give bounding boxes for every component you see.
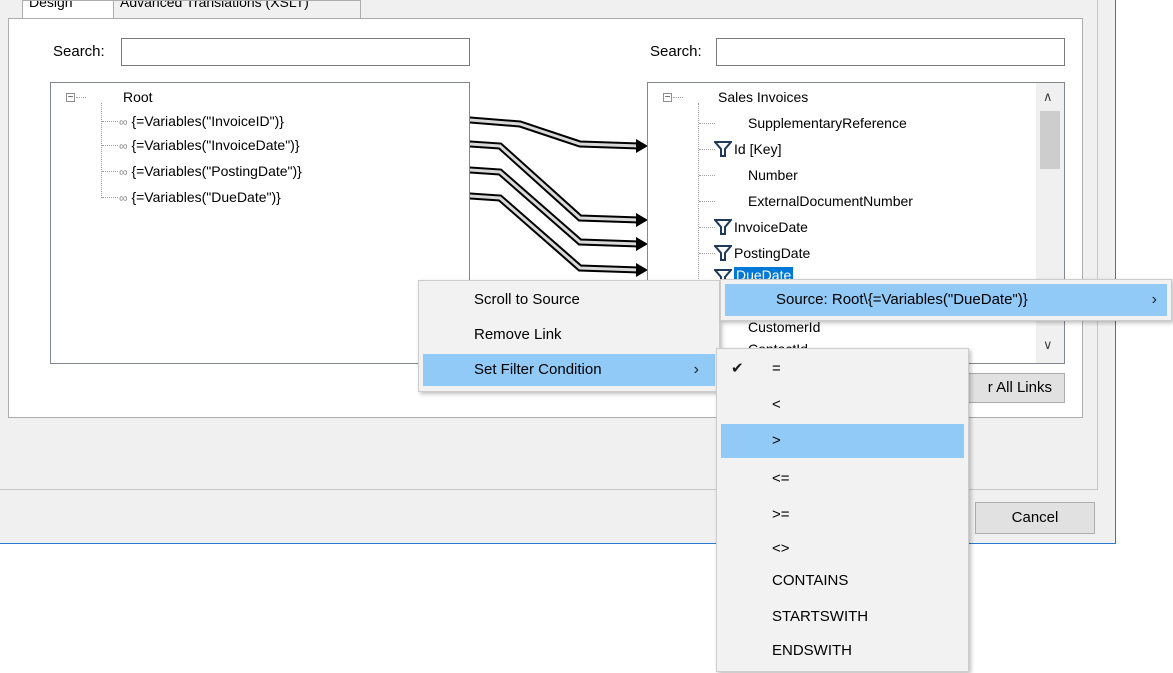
left-search-input[interactable] (121, 38, 470, 66)
link-icon: ∞ (119, 139, 128, 153)
tree-item[interactable]: Number (748, 167, 798, 183)
tree-item[interactable]: InvoiceDate (734, 219, 808, 235)
filter-icon (714, 245, 732, 261)
target-root-node[interactable]: Sales Invoices (718, 89, 808, 105)
chevron-right-icon: › (693, 361, 699, 378)
filter-option-not-equal[interactable]: <> (717, 533, 968, 565)
tree-item[interactable]: ∞ {=Variables("InvoiceID")} (119, 113, 284, 129)
cancel-button[interactable]: Cancel (975, 502, 1095, 534)
tree-item[interactable]: ∞ {=Variables("InvoiceDate")} (119, 137, 300, 153)
tree-item[interactable]: PostingDate (734, 245, 810, 261)
tree-item-label: {=Variables("InvoiceID")} (131, 113, 284, 129)
filter-condition-submenu: ✔ = < > <= >= <> CONTAINS STARTSWITH END… (716, 348, 969, 672)
right-search-label: Search: (650, 43, 702, 60)
mapping-links (470, 116, 648, 277)
link-icon: ∞ (119, 191, 128, 205)
source-tree[interactable]: − Root ∞ {=Variables("InvoiceID")} ∞ {=V… (50, 82, 470, 364)
context-menu: Scroll to Source Remove Link Set Filter … (418, 280, 720, 392)
scroll-down-icon[interactable]: ∨ (1043, 337, 1053, 353)
menu-item-source-path[interactable]: Source: Root\{=Variables("DueDate")} › (725, 284, 1167, 316)
tree-item-label: {=Variables("PostingDate")} (131, 163, 302, 179)
menu-item-set-filter-condition[interactable]: Set Filter Condition › (423, 354, 715, 386)
chevron-right-icon: › (1151, 291, 1157, 308)
tab-design[interactable]: Design (22, 0, 114, 18)
tree-item[interactable]: ∞ {=Variables("DueDate")} (119, 189, 281, 205)
tree-item[interactable]: ExternalDocumentNumber (748, 193, 913, 209)
tree-item[interactable]: SupplementaryReference (748, 115, 907, 131)
left-search-label: Search: (53, 43, 105, 60)
filter-option-startswith[interactable]: STARTSWITH (717, 601, 968, 633)
filter-option-contains[interactable]: CONTAINS (717, 565, 968, 597)
scrollbar-thumb[interactable] (1040, 111, 1060, 169)
checkmark-icon: ✔ (731, 360, 744, 377)
source-submenu: Source: Root\{=Variables("DueDate")} › (720, 279, 1172, 321)
menu-item-remove-link[interactable]: Remove Link (419, 320, 719, 350)
filter-option-less-than[interactable]: < (717, 389, 968, 421)
source-root-node[interactable]: Root (123, 89, 153, 105)
filter-option-greater-than[interactable]: > (721, 424, 964, 458)
scroll-up-icon[interactable]: ∧ (1043, 89, 1053, 105)
vertical-scrollbar[interactable]: ∧ ∨ (1036, 83, 1064, 363)
right-search-input[interactable] (716, 38, 1065, 66)
filter-icon (714, 219, 732, 235)
tree-item[interactable]: ∞ {=Variables("PostingDate")} (119, 163, 302, 179)
tree-item-label: {=Variables("DueDate")} (131, 189, 281, 205)
link-icon: ∞ (119, 115, 128, 129)
collapse-icon[interactable]: − (66, 93, 75, 103)
filter-option-equals[interactable]: ✔ = (717, 353, 968, 385)
filter-option-less-equal[interactable]: <= (717, 463, 968, 495)
tree-item[interactable]: CustomerId (748, 319, 820, 335)
filter-option-endswith[interactable]: ENDSWITH (717, 635, 968, 667)
menu-item-scroll-to-source[interactable]: Scroll to Source (419, 285, 719, 315)
tree-item[interactable]: Id [Key] (734, 141, 781, 157)
link-icon: ∞ (119, 165, 128, 179)
filter-icon (714, 141, 732, 157)
collapse-icon[interactable]: − (663, 93, 672, 103)
filter-option-greater-equal[interactable]: >= (717, 499, 968, 531)
tab-advanced-translations[interactable]: Advanced Translations (XSLT) (113, 0, 361, 18)
tree-item-label: {=Variables("InvoiceDate")} (131, 137, 300, 153)
